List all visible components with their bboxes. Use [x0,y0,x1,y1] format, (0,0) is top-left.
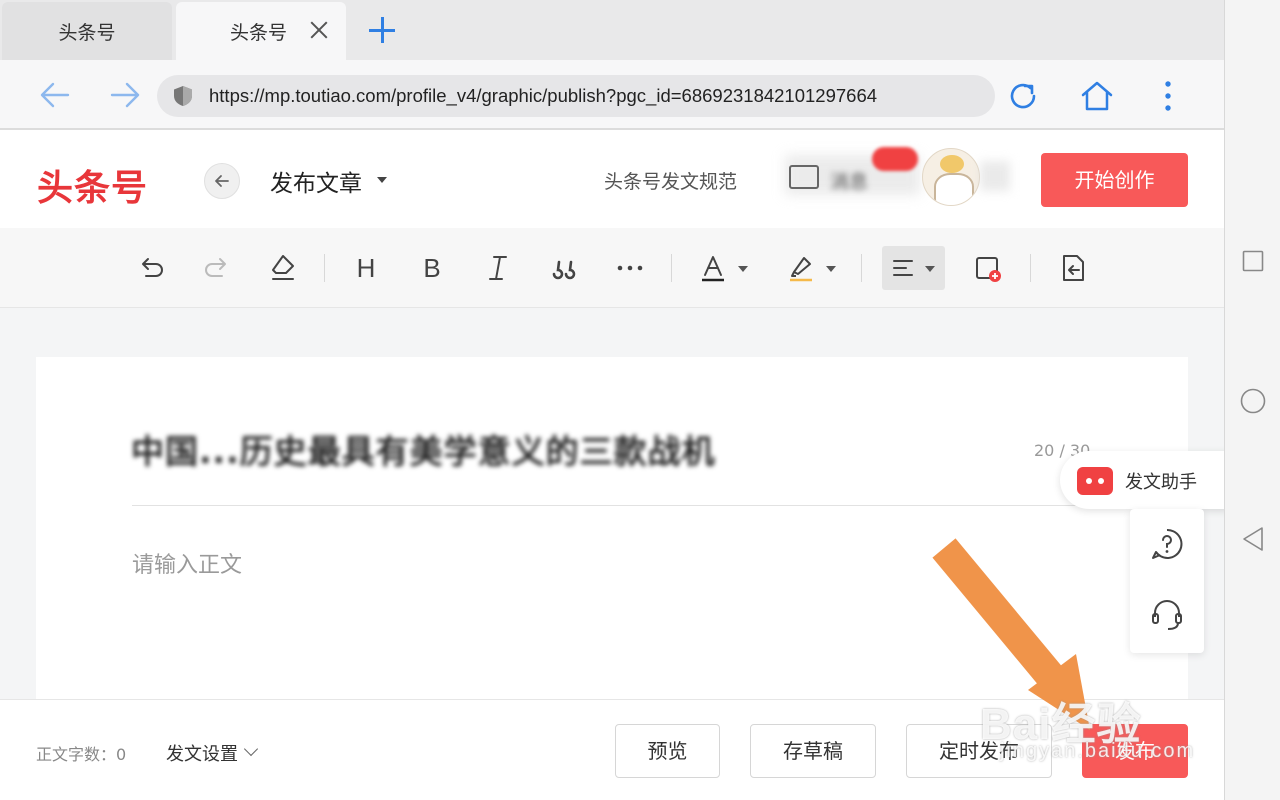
article-title-input[interactable]: 中国...历史最具有美学意义的三款战机 [131,425,716,473]
circle-icon[interactable] [1240,388,1266,414]
toolbar-divider [1030,254,1031,282]
tab-label: 头条号 [230,21,288,44]
triangle-back-icon[interactable] [1241,526,1265,552]
side-toolbar [1130,509,1204,653]
insert-image-icon[interactable] [972,252,1004,284]
align-dropdown[interactable] [882,246,945,290]
toolbar-divider [324,254,325,282]
writing-assistant-button[interactable]: 发文助手 [1060,451,1224,509]
chevron-down-icon [925,266,935,272]
chevron-down-icon[interactable] [826,266,836,272]
redo-icon[interactable] [201,252,233,284]
more-horizontal-icon[interactable] [614,252,646,284]
back-arrow-icon[interactable] [38,78,72,112]
highlight-icon[interactable] [785,252,817,284]
toutiao-logo[interactable]: 头条号 [37,159,148,211]
home-icon[interactable] [1079,78,1115,114]
chevron-down-icon[interactable] [377,177,387,183]
word-count: 正文字数：0 [36,745,127,764]
system-navigation-bar [1224,0,1280,800]
undo-icon[interactable] [135,252,167,284]
publishing-guidelines-link[interactable]: 头条号发文规范 [604,167,737,194]
back-arrow-icon [215,175,229,187]
notification-badge [872,147,918,171]
font-color-icon[interactable] [697,252,729,284]
preview-button[interactable]: 预览 [615,724,720,778]
browser-tab-bar: 头条号 头条号 [0,0,1224,60]
forward-arrow-icon[interactable] [108,78,142,112]
align-left-icon [893,260,913,276]
publish-settings-toggle[interactable]: 发文设置 [166,740,238,766]
save-draft-button[interactable]: 存草稿 [750,724,876,778]
import-icon[interactable] [1057,252,1089,284]
close-icon[interactable] [308,19,330,41]
square-icon[interactable] [1242,250,1264,272]
title-divider [132,505,1132,506]
toolbar-divider [861,254,862,282]
chevron-down-icon[interactable] [738,266,748,272]
baidu-watermark-domain: jingyan.baidu.com [1000,740,1196,762]
question-icon[interactable] [1150,527,1184,561]
start-creating-button[interactable]: 开始创作 [1041,153,1188,207]
message-icon[interactable] [789,165,819,189]
avatar[interactable] [922,148,980,206]
url-field[interactable]: https://mp.toutiao.com/profile_v4/graphi… [157,75,995,117]
reload-icon[interactable] [1006,79,1040,113]
url-text: https://mp.toutiao.com/profile_v4/graphi… [209,85,878,106]
italic-icon[interactable] [482,252,514,284]
toolbar-divider [671,254,672,282]
site-header: 头条号 发布文章 头条号发文规范 消息 开始创作 [0,131,1224,228]
editor-toolbar: H B [0,228,1224,308]
browser-tab-2[interactable]: 头条号 [176,2,346,60]
back-button[interactable] [204,163,240,199]
more-vertical-icon[interactable] [1160,80,1176,112]
assistant-label: 发文助手 [1125,472,1197,493]
browser-address-bar: https://mp.toutiao.com/profile_v4/graphi… [0,60,1224,130]
quote-icon[interactable] [548,252,580,284]
new-tab-icon[interactable] [366,14,398,46]
article-body-input[interactable]: 请输入正文 [132,547,242,579]
tab-label: 头条号 [58,21,116,44]
eraser-icon[interactable] [267,252,299,284]
page-title[interactable]: 发布文章 [270,164,362,198]
chevron-down-icon[interactable] [243,741,259,757]
heading-icon[interactable]: H [350,252,382,284]
headset-icon[interactable] [1150,597,1184,633]
blurred-region [980,161,1010,191]
robot-icon [1077,467,1113,495]
browser-tab-1[interactable]: 头条号 [2,2,172,60]
bold-icon[interactable]: B [416,252,448,284]
shield-icon [174,86,192,106]
messages-label[interactable]: 消息 [830,167,868,194]
